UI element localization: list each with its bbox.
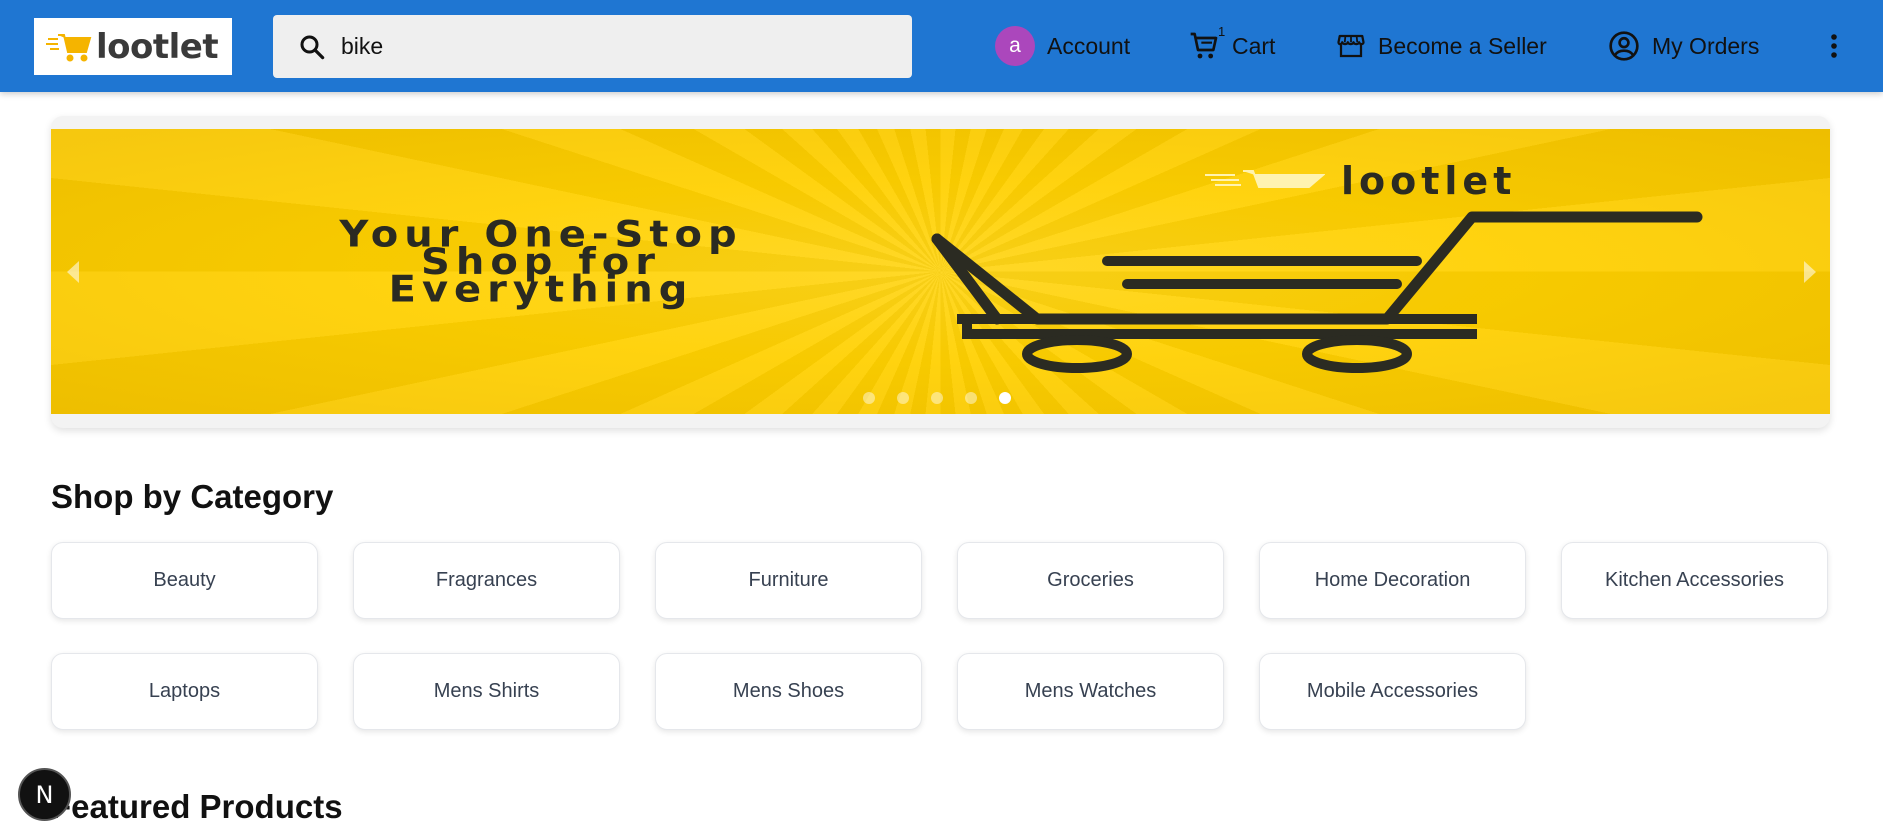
category-section-title: Shop by Category [51, 478, 334, 515]
featured-section-title: Featured Products [51, 788, 343, 825]
category-card[interactable]: Mobile Accessories [1259, 653, 1526, 730]
account-label: Account [1047, 32, 1131, 59]
more-menu-button[interactable] [1824, 28, 1844, 64]
carousel-next-arrow[interactable] [1800, 259, 1820, 285]
top-app-bar: lootlet bike a Account 1 Cart Become a S… [0, 0, 1883, 92]
carousel-dot[interactable] [965, 392, 977, 404]
dev-tools-badge[interactable]: N [18, 768, 71, 821]
banner-slide[interactable]: Your One-Stop Shop for Everything lootle… [51, 129, 1830, 414]
dev-badge-letter: N [35, 780, 54, 809]
search-bar[interactable]: bike [273, 15, 912, 78]
carousel-dot-active[interactable] [999, 392, 1011, 404]
seller-label: Become a Seller [1378, 32, 1547, 59]
store-icon [1337, 34, 1365, 58]
cart-icon [1190, 32, 1218, 59]
cart-icon-wrap: 1 [1188, 24, 1225, 62]
lootlet-logo[interactable]: lootlet [34, 18, 232, 75]
carousel-prev-arrow[interactable] [63, 259, 83, 285]
cart-logo-icon [46, 33, 92, 61]
more-vert-icon [1831, 34, 1837, 58]
banner-brand: lootlet [1341, 159, 1517, 203]
carousel-dot[interactable] [863, 392, 875, 404]
category-card[interactable]: Home Decoration [1259, 542, 1526, 619]
cart-count-badge: 1 [1218, 24, 1226, 39]
category-card[interactable]: Laptops [51, 653, 318, 730]
account-circle-icon [1609, 31, 1639, 61]
cart-button[interactable]: 1 Cart [1188, 24, 1276, 66]
my-orders-button[interactable]: My Orders [1608, 26, 1759, 66]
become-seller-button[interactable]: Become a Seller [1336, 26, 1547, 66]
search-input[interactable]: bike [341, 33, 383, 60]
carousel-dot[interactable] [931, 392, 943, 404]
cart-label: Cart [1232, 32, 1276, 59]
search-icon [300, 35, 325, 59]
banner-logo-cart-icon [1205, 170, 1325, 188]
banner-carousel: Your One-Stop Shop for Everything lootle… [51, 116, 1830, 428]
banner-cart-illustration [931, 211, 1703, 373]
avatar: a [995, 26, 1035, 66]
account-button[interactable]: a Account [995, 26, 1130, 66]
category-card[interactable]: Mens Watches [957, 653, 1224, 730]
category-card[interactable]: Mens Shirts [353, 653, 620, 730]
carousel-dots [863, 392, 1011, 404]
logo-text: lootlet [96, 26, 219, 67]
category-card[interactable]: Fragrances [353, 542, 620, 619]
category-card[interactable]: Groceries [957, 542, 1224, 619]
category-card[interactable]: Mens Shoes [655, 653, 922, 730]
carousel-dot[interactable] [897, 392, 909, 404]
category-card[interactable]: Furniture [655, 542, 922, 619]
category-card[interactable]: Beauty [51, 542, 318, 619]
banner-slogan: Your One-Stop Shop for Everything [339, 213, 743, 311]
orders-label: My Orders [1652, 32, 1760, 59]
category-card[interactable]: Kitchen Accessories [1561, 542, 1828, 619]
